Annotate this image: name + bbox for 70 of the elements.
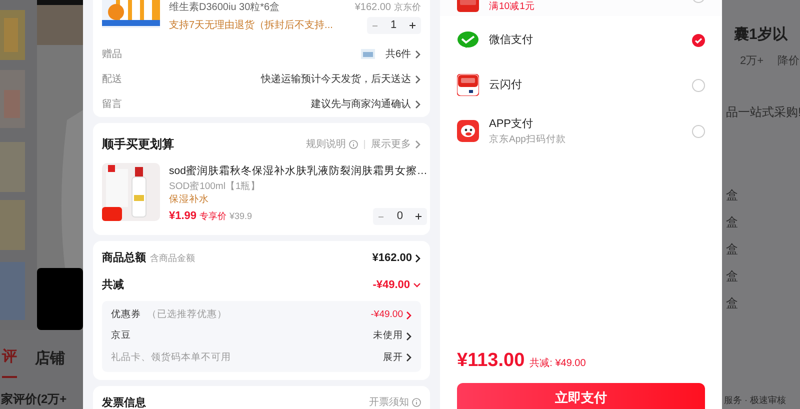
detail-label: 京豆 — [111, 329, 131, 344]
detail-value[interactable]: 未使用 — [373, 329, 403, 344]
product-name[interactable]: sod蜜润肤霜秋冬保湿补水肤乳液防裂润肤霜男女擦… — [169, 163, 428, 179]
text-label: 盒 — [726, 268, 739, 285]
payment-name: 云闪付 — [489, 78, 523, 92]
section-title: 发票信息 — [102, 396, 146, 409]
total-price: ¥113.00 — [457, 348, 525, 372]
text-label: 盒 — [726, 214, 739, 231]
detail-note: （已选推荐优惠） — [147, 308, 227, 322]
summary-label: 商品总额 — [102, 250, 146, 266]
row-value[interactable]: 快递运输预计今天发货，后天送达 — [261, 72, 411, 86]
chat-bubble-check-icon — [457, 31, 479, 49]
original-price: ¥39.9 — [230, 210, 252, 224]
summary-label: 共减 — [102, 278, 124, 292]
product-spec: SOD蜜100ml【1瓶】 — [169, 180, 262, 193]
row-label: 配送 — [102, 72, 122, 86]
price-label: 专享价 — [200, 210, 227, 224]
payment-name: 微信支付 — [489, 33, 534, 47]
text-label: 盒 — [726, 295, 739, 312]
chevron-right-icon — [406, 332, 412, 341]
section-title: 顺手买更划算 — [102, 136, 174, 153]
discount-amount: -¥49.00 — [372, 278, 410, 292]
info-icon — [349, 140, 358, 148]
chevron-right-icon — [415, 100, 421, 108]
plus-icon[interactable] — [409, 22, 416, 29]
discount-note: 共减: ¥49.00 — [530, 356, 586, 370]
text-label: 服务 · 极速审核 — [724, 394, 787, 406]
dog-face-icon — [457, 120, 479, 142]
product-tag: 保湿补水 — [169, 193, 428, 206]
product-title: 囊1岁以 — [734, 25, 789, 45]
text-label: 盒 — [726, 241, 739, 258]
detail-value[interactable]: 展开 — [383, 350, 403, 365]
row-label: 赠品 — [102, 48, 122, 62]
detail-label: 礼品卡、领货码本单不可用 — [111, 350, 231, 364]
payment-option[interactable]: APP支付 京东App扫码付款 — [440, 108, 722, 154]
plus-icon[interactable] — [415, 213, 422, 220]
chevron-right-icon — [415, 50, 421, 58]
chevron-right-icon — [406, 310, 412, 320]
price-label: 京东价 — [394, 1, 421, 14]
detail-value[interactable]: -¥49.00 — [370, 308, 403, 322]
text-label: 降价 — [778, 54, 800, 68]
row-value[interactable]: 建议先与商家沟通确认 — [311, 96, 411, 112]
gift-thumbnail-icon — [361, 49, 376, 59]
product-spec: 维生素D3600iu 30粒*6盒 — [169, 2, 280, 14]
text-label: 2万+ — [740, 54, 764, 68]
payment-logo-icon — [457, 74, 479, 96]
payment-name: APP支付 — [489, 116, 534, 130]
quantity-field[interactable]: 0 — [396, 211, 403, 222]
total-amount: ¥162.00 — [372, 251, 412, 266]
text-label: 盒 — [726, 187, 739, 204]
info-icon — [412, 398, 421, 407]
payment-option[interactable]: 云闪付 — [440, 62, 722, 108]
row-label: 留言 — [102, 98, 122, 112]
price: ¥1.99 — [169, 209, 197, 224]
text-label: 品一站式采购! — [726, 104, 800, 121]
row-value[interactable]: 共6件 — [385, 46, 411, 62]
section-heading: 家评价(2万+ — [1, 391, 68, 408]
pay-button[interactable]: 立即支付 — [457, 383, 705, 409]
chevron-right-icon — [415, 140, 421, 148]
payment-note: 满10减1元 — [489, 0, 536, 13]
return-policy: 支持7天无理由退货（拆封后不支持... — [169, 18, 333, 33]
payment-note: 京东App扫码付款 — [489, 132, 567, 146]
chevron-right-icon — [406, 353, 412, 362]
chevron-right-icon — [415, 74, 421, 84]
chevron-right-icon — [415, 254, 421, 263]
quantity-field[interactable]: 1 — [390, 20, 397, 31]
price: ¥162.00 — [354, 1, 391, 15]
summary-note: 含商品金额 — [150, 252, 195, 265]
payment-option[interactable]: 微信支付 — [440, 18, 722, 62]
detail-label: 优惠券 — [111, 308, 141, 322]
